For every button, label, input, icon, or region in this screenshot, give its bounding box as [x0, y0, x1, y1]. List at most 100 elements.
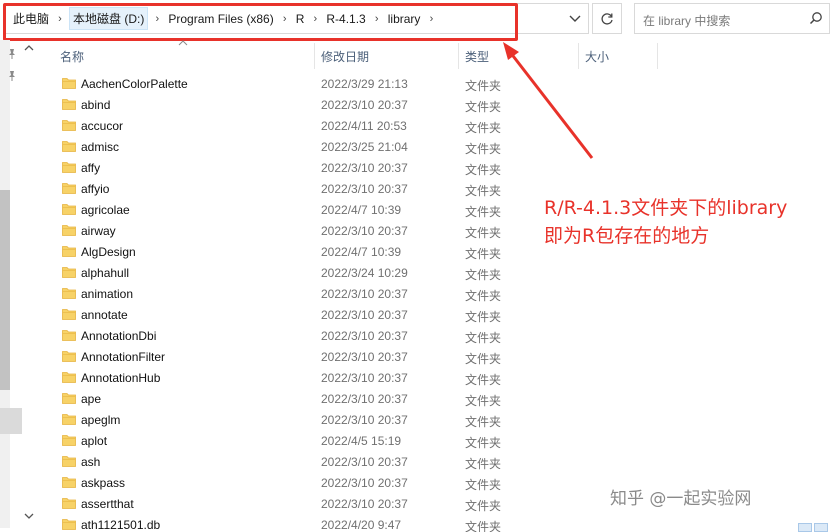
file-type: 文件夹: [465, 436, 502, 450]
file-type: 文件夹: [465, 478, 502, 492]
column-name-header[interactable]: 名称: [60, 48, 84, 65]
table-row[interactable]: apeglm 2022/3/10 20:37 文件夹: [48, 409, 658, 430]
file-name[interactable]: animation: [81, 287, 133, 301]
icons-view-button[interactable]: [814, 523, 828, 532]
file-name[interactable]: admisc: [81, 140, 119, 154]
details-view-button[interactable]: [798, 523, 812, 532]
table-row[interactable]: AnnotationFilter 2022/3/10 20:37 文件夹: [48, 346, 658, 367]
table-row[interactable]: affy 2022/3/10 20:37 文件夹: [48, 157, 658, 178]
file-list: 名称 修改日期 类型 大小 AachenColorPalette 2022/3/2…: [48, 40, 658, 532]
column-divider[interactable]: [458, 43, 459, 69]
file-name[interactable]: agricolae: [81, 203, 130, 217]
file-type: 文件夹: [465, 121, 502, 135]
table-row[interactable]: abind 2022/3/10 20:37 文件夹: [48, 94, 658, 115]
folder-icon: [62, 454, 76, 468]
file-name[interactable]: annotate: [81, 308, 128, 322]
folder-icon: [62, 496, 76, 510]
breadcrumb-separator[interactable]: ›: [276, 13, 294, 25]
file-name[interactable]: aplot: [81, 434, 107, 448]
watermark: 知乎 @一起实验网: [610, 489, 752, 509]
chevron-down-icon[interactable]: [565, 10, 585, 28]
folder-icon: [62, 223, 76, 237]
breadcrumb-program-files[interactable]: Program Files (x86): [166, 12, 275, 26]
file-type: 文件夹: [465, 268, 502, 282]
table-row[interactable]: AachenColorPalette 2022/3/29 21:13 文件夹: [48, 73, 658, 94]
file-name[interactable]: AnnotationFilter: [81, 350, 165, 364]
file-date: 2022/3/29 21:13: [321, 77, 408, 91]
breadcrumb: 此电脑 › 本地磁盘 (D:) › Program Files (x86) › …: [11, 4, 440, 33]
pin-icon[interactable]: [7, 70, 17, 82]
column-divider[interactable]: [314, 43, 315, 69]
folder-icon: [62, 517, 76, 531]
file-name[interactable]: askpass: [81, 476, 125, 490]
file-name[interactable]: abind: [81, 98, 110, 112]
file-date: 2022/3/10 20:37: [321, 287, 408, 301]
nav-selected-item[interactable]: [0, 408, 22, 434]
table-row[interactable]: AnnotationHub 2022/3/10 20:37 文件夹: [48, 367, 658, 388]
breadcrumb-separator[interactable]: ›: [422, 13, 440, 25]
column-type-header[interactable]: 类型: [465, 48, 489, 65]
table-row[interactable]: alphahull 2022/3/24 10:29 文件夹: [48, 262, 658, 283]
breadcrumb-this-pc[interactable]: 此电脑: [11, 10, 51, 27]
file-name[interactable]: alphahull: [81, 266, 129, 280]
file-name[interactable]: ape: [81, 392, 101, 406]
breadcrumb-separator[interactable]: ›: [368, 13, 386, 25]
nav-scrollbar[interactable]: [0, 40, 10, 528]
file-name[interactable]: accucor: [81, 119, 123, 133]
file-name[interactable]: AnnotationDbi: [81, 329, 156, 343]
table-row[interactable]: ash 2022/3/10 20:37 文件夹: [48, 451, 658, 472]
search-icon[interactable]: [809, 11, 823, 25]
breadcrumb-separator[interactable]: ›: [306, 13, 324, 25]
file-name[interactable]: affyio: [81, 182, 109, 196]
table-row[interactable]: askpass 2022/3/10 20:37 文件夹: [48, 472, 658, 493]
nav-scrollbar-thumb[interactable]: [0, 190, 10, 390]
column-date-header[interactable]: 修改日期: [321, 48, 369, 65]
file-name[interactable]: airway: [81, 224, 116, 238]
column-size-header[interactable]: 大小: [585, 48, 609, 65]
table-row[interactable]: accucor 2022/4/11 20:53 文件夹: [48, 115, 658, 136]
scroll-up-icon[interactable]: [24, 44, 34, 52]
file-date: 2022/4/11 20:53: [321, 119, 407, 133]
breadcrumb-local-disk[interactable]: 本地磁盘 (D:): [69, 7, 149, 30]
file-date: 2022/4/5 15:19: [321, 434, 402, 448]
table-row[interactable]: ape 2022/3/10 20:37 文件夹: [48, 388, 658, 409]
column-divider[interactable]: [578, 43, 579, 69]
file-name[interactable]: AachenColorPalette: [81, 77, 188, 91]
folder-icon: [62, 286, 76, 300]
table-row[interactable]: animation 2022/3/10 20:37 文件夹: [48, 283, 658, 304]
table-row[interactable]: annotate 2022/3/10 20:37 文件夹: [48, 304, 658, 325]
folder-icon: [62, 412, 76, 426]
file-name[interactable]: apeglm: [81, 413, 120, 427]
table-row[interactable]: admisc 2022/3/25 21:04 文件夹: [48, 136, 658, 157]
file-name[interactable]: AnnotationHub: [81, 371, 160, 385]
refresh-button[interactable]: [592, 3, 622, 34]
folder-icon: [62, 265, 76, 279]
breadcrumb-separator[interactable]: ›: [148, 13, 166, 25]
file-name[interactable]: affy: [81, 161, 100, 175]
file-type: 文件夹: [465, 289, 502, 303]
folder-icon: [62, 97, 76, 111]
column-divider[interactable]: [657, 43, 658, 69]
breadcrumb-library[interactable]: library: [386, 12, 423, 26]
scroll-down-icon[interactable]: [24, 512, 34, 520]
breadcrumb-r-version[interactable]: R-4.1.3: [324, 12, 367, 26]
file-date: 2022/3/10 20:37: [321, 455, 408, 469]
pin-icon[interactable]: [7, 48, 17, 60]
table-row[interactable]: ath1121501.db 2022/4/20 9:47 文件夹: [48, 514, 658, 532]
search-box[interactable]: 在 library 中搜索: [634, 3, 830, 34]
file-name[interactable]: assertthat: [81, 497, 134, 511]
table-row[interactable]: AnnotationDbi 2022/3/10 20:37 文件夹: [48, 325, 658, 346]
file-name[interactable]: AlgDesign: [81, 245, 136, 259]
breadcrumb-separator[interactable]: ›: [51, 13, 69, 25]
folder-icon: [62, 307, 76, 321]
table-row[interactable]: assertthat 2022/3/10 20:37 文件夹: [48, 493, 658, 514]
search-placeholder[interactable]: 在 library 中搜索: [643, 12, 730, 29]
file-name[interactable]: ath1121501.db: [81, 518, 160, 532]
breadcrumb-r[interactable]: R: [294, 12, 307, 26]
file-date: 2022/3/10 20:37: [321, 161, 408, 175]
file-type: 文件夹: [465, 310, 502, 324]
table-row[interactable]: aplot 2022/4/5 15:19 文件夹: [48, 430, 658, 451]
file-name[interactable]: ash: [81, 455, 100, 469]
address-bar[interactable]: 此电脑 › 本地磁盘 (D:) › Program Files (x86) › …: [4, 3, 589, 34]
view-toggle[interactable]: [798, 523, 828, 532]
